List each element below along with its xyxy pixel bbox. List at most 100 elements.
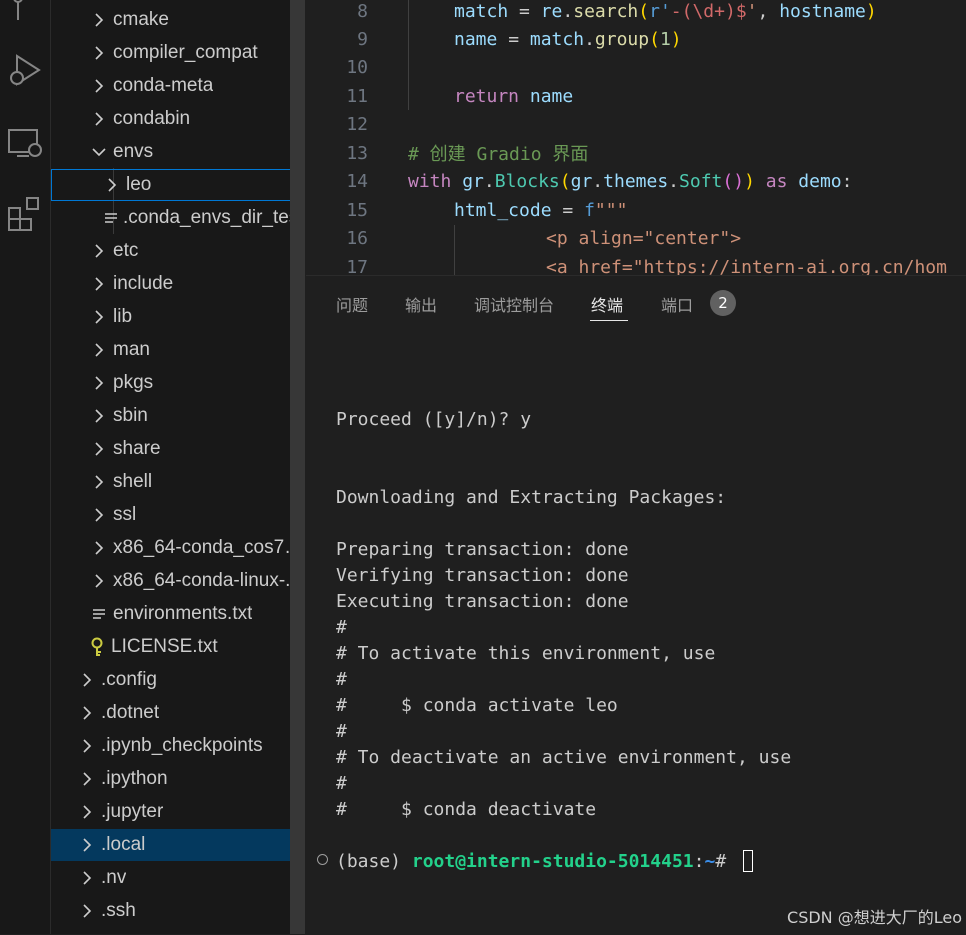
command-decoration-icon[interactable] bbox=[317, 854, 328, 865]
chevron-right-icon bbox=[77, 670, 97, 690]
prompt-path: ~ bbox=[704, 850, 716, 872]
line-number: 9 bbox=[357, 28, 368, 50]
tree-item-label: .jupyter bbox=[101, 801, 164, 822]
tree-folder-ssl[interactable]: ssl bbox=[51, 499, 305, 531]
tree-folder-pkgs[interactable]: pkgs bbox=[51, 367, 305, 399]
extensions-icon[interactable] bbox=[0, 196, 50, 232]
explorer-scrollbar-thumb[interactable] bbox=[290, 0, 305, 934]
tree-folder-etc[interactable]: etc bbox=[51, 235, 305, 267]
code-editor[interactable]: 8 match = re.search(r'-(\d+)$', hostname… bbox=[306, 0, 966, 275]
run-debug-icon[interactable] bbox=[0, 52, 50, 88]
line-number: 11 bbox=[346, 85, 368, 107]
code-text: <a href="https://intern-ai.org.cn/hom bbox=[546, 256, 947, 276]
tree-item-label: LICENSE.txt bbox=[111, 636, 218, 657]
tree-folder-share[interactable]: share bbox=[51, 433, 305, 465]
tree-item-label: .local bbox=[101, 834, 146, 855]
tree-folder-condabin[interactable]: condabin bbox=[51, 103, 305, 135]
tree-folder-dotnet[interactable]: .dotnet bbox=[51, 697, 305, 729]
terminal-prompt[interactable]: (base) root@intern-studio-5014451: ~ # bbox=[336, 848, 753, 874]
tree-item-label: condabin bbox=[113, 108, 191, 129]
file-lines-icon bbox=[89, 604, 109, 624]
source-control-icon[interactable] bbox=[0, 0, 50, 24]
chevron-right-icon bbox=[77, 769, 97, 789]
terminal-line: # To activate this environment, use bbox=[336, 642, 716, 664]
tree-item-label: x86_64-conda_cos7-... bbox=[113, 537, 305, 558]
line-number: 14 bbox=[346, 170, 368, 192]
tree-folder-lib[interactable]: lib bbox=[51, 301, 305, 333]
terminal-line: # $ conda deactivate bbox=[336, 798, 597, 820]
code-line-10: 10 bbox=[306, 53, 966, 81]
tree-folder-shell[interactable]: shell bbox=[51, 466, 305, 498]
tree-folder-man[interactable]: man bbox=[51, 334, 305, 366]
activity-bar bbox=[0, 0, 51, 934]
tab-problems[interactable]: 问题 bbox=[336, 292, 368, 316]
tree-folder-config[interactable]: .config bbox=[51, 664, 305, 696]
chevron-right-icon bbox=[89, 43, 109, 63]
tree-folder-ipynb-checkpoints[interactable]: .ipynb_checkpoints bbox=[51, 730, 305, 762]
terminal-line: # To deactivate an active environment, u… bbox=[336, 746, 792, 768]
terminal-line: # bbox=[336, 668, 347, 690]
bottom-panel: 问题 输出 调试控制台 终端 端口 2 Proceed ([y]/n)? y D… bbox=[306, 275, 966, 935]
tree-folder-jupyter[interactable]: .jupyter bbox=[51, 796, 305, 828]
tree-folder-x86-64-conda-linux[interactable]: x86_64-conda-linux-... bbox=[51, 565, 305, 597]
code-text: match = re.search(r'-(\d+)$', hostname) bbox=[454, 0, 877, 22]
chevron-right-icon bbox=[89, 571, 109, 591]
tree-item-label: conda-meta bbox=[113, 75, 214, 96]
remote-explorer-icon[interactable] bbox=[0, 126, 50, 162]
chevron-right-icon bbox=[89, 10, 109, 30]
terminal-line: Downloading and Extracting Packages: bbox=[336, 486, 727, 508]
tree-item-label: .nv bbox=[101, 867, 127, 888]
file-lines-icon bbox=[101, 208, 121, 228]
tree-item-label: environments.txt bbox=[113, 603, 253, 624]
tree-folder-ipython[interactable]: .ipython bbox=[51, 763, 305, 795]
terminal-line: # bbox=[336, 720, 347, 742]
tab-output[interactable]: 输出 bbox=[405, 292, 437, 316]
code-text: # 创建 Gradio 界面 bbox=[408, 144, 589, 165]
tree-folder-envs[interactable]: envs bbox=[51, 136, 305, 168]
tree-item-label: cmake bbox=[113, 9, 169, 30]
tree-item-label: leo bbox=[126, 174, 152, 195]
license-key-icon bbox=[87, 637, 107, 657]
code-text: with gr.Blocks(gr.themes.Soft()) as demo… bbox=[408, 170, 853, 192]
chevron-right-icon bbox=[102, 175, 122, 195]
chevron-right-icon bbox=[89, 109, 109, 129]
tree-file-environments-txt[interactable]: environments.txt bbox=[51, 598, 305, 630]
tree-item-label: pkgs bbox=[113, 372, 154, 393]
tree-folder-include[interactable]: include bbox=[51, 268, 305, 300]
tree-item-label: .conda_envs_dir_test bbox=[123, 207, 304, 228]
tree-folder-leo[interactable]: leo bbox=[51, 169, 305, 201]
tab-debug-console[interactable]: 调试控制台 bbox=[474, 292, 554, 316]
active-tab-indicator bbox=[590, 320, 628, 321]
chevron-right-icon bbox=[89, 76, 109, 96]
line-number: 12 bbox=[346, 113, 368, 135]
line-number: 10 bbox=[346, 56, 368, 78]
chevron-right-icon bbox=[89, 439, 109, 459]
tree-item-label: ssl bbox=[113, 504, 137, 525]
chevron-right-icon bbox=[77, 835, 97, 855]
ports-count-badge: 2 bbox=[710, 290, 736, 316]
code-line-16: 16 <p align="center"> bbox=[306, 224, 966, 252]
line-number: 13 bbox=[346, 142, 368, 164]
tree-folder-cmake[interactable]: cmake bbox=[51, 4, 305, 36]
chevron-right-icon bbox=[89, 505, 109, 525]
tab-terminal[interactable]: 终端 bbox=[591, 292, 623, 316]
tree-folder-ssh[interactable]: .ssh bbox=[51, 895, 305, 927]
line-number: 15 bbox=[346, 199, 368, 221]
tree-file-license-txt[interactable]: LICENSE.txt bbox=[51, 631, 305, 663]
terminal-line: Verifying transaction: done bbox=[336, 564, 629, 586]
tree-item-label: etc bbox=[113, 240, 139, 261]
tree-file-conda-envs-dir-test[interactable]: .conda_envs_dir_test bbox=[51, 202, 305, 234]
code-line-17: 17 <a href="https://intern-ai.org.cn/hom bbox=[306, 253, 966, 276]
tree-item-label: sbin bbox=[113, 405, 148, 426]
chevron-right-icon bbox=[89, 373, 109, 393]
tree-folder-nv[interactable]: .nv bbox=[51, 862, 305, 894]
tree-item-label: include bbox=[113, 273, 174, 294]
tree-folder-compiler-compat[interactable]: compiler_compat bbox=[51, 37, 305, 69]
tree-folder-conda-meta[interactable]: conda-meta bbox=[51, 70, 305, 102]
tree-folder-sbin[interactable]: sbin bbox=[51, 400, 305, 432]
tree-folder-x86-64-conda-cos7[interactable]: x86_64-conda_cos7-... bbox=[51, 532, 305, 564]
tree-folder-local[interactable]: .local bbox=[51, 829, 305, 861]
chevron-right-icon bbox=[89, 274, 109, 294]
prompt-user-host: root@intern-studio-5014451 bbox=[411, 850, 694, 872]
tab-ports[interactable]: 端口 bbox=[661, 292, 693, 316]
